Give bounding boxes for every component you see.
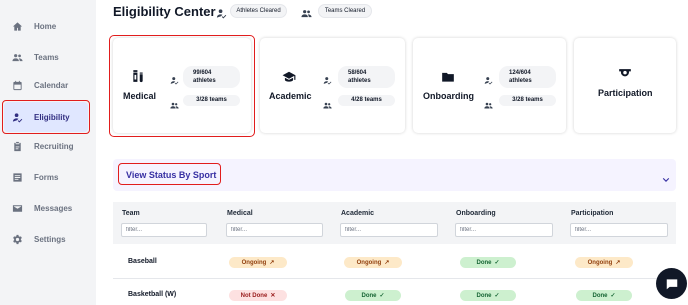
check-icon: ✓	[494, 293, 500, 299]
sidebar-item-settings[interactable]: Settings	[4, 224, 88, 254]
highlight-box	[2, 100, 90, 134]
users-icon	[323, 97, 333, 109]
check-icon: ✓	[494, 260, 500, 266]
trend-icon: ↗	[269, 260, 275, 266]
team-name: Baseball	[128, 258, 157, 265]
status-badge: Done ✓	[460, 257, 516, 268]
x-icon: ✕	[270, 293, 276, 299]
sidebar-item-label: Forms	[34, 172, 59, 182]
athletes-cleared-stat: 124/604 athletes	[499, 66, 556, 88]
user-check-icon	[484, 72, 494, 85]
status-badge: Ongoing ↗	[229, 257, 287, 268]
column-header-academic: Academic	[341, 210, 375, 217]
sidebar-item-recruiting[interactable]: Recruiting	[4, 131, 88, 161]
sidebar-item-messages[interactable]: Messages	[4, 193, 88, 223]
clipboard-icon	[11, 140, 23, 152]
sidebar-item-label: Teams	[34, 52, 59, 62]
athletes-count: 124/604	[509, 70, 531, 76]
column-header-medical: Medical	[227, 210, 253, 217]
user-check-icon	[323, 72, 333, 85]
status-badge: Done ✓	[576, 290, 632, 301]
status-badge: Ongoing ↗	[344, 257, 402, 268]
user-check-icon	[216, 6, 228, 19]
athletes-unit: athletes	[509, 78, 532, 84]
athletes-cleared-filter[interactable]: Athletes Cleared	[230, 4, 287, 18]
trend-icon: ↗	[615, 260, 621, 266]
gear-icon	[11, 233, 23, 245]
column-header-team: Team	[122, 210, 140, 217]
teams-cleared-stat: 3/28 teams	[499, 95, 556, 106]
teams-cleared-stat: 4/28 teams	[338, 95, 395, 106]
filter-academic-input[interactable]	[340, 223, 438, 237]
athletes-cleared-label: Athletes Cleared	[236, 8, 281, 14]
filter-medical-input[interactable]	[226, 223, 323, 237]
users-icon	[11, 51, 23, 63]
envelope-icon	[11, 202, 23, 214]
sidebar-item-calendar[interactable]: Calendar	[4, 70, 88, 100]
users-icon	[484, 97, 494, 109]
check-icon: ✓	[379, 293, 385, 299]
column-header-participation: Participation	[571, 210, 614, 217]
sidebar-item-forms[interactable]: Forms	[4, 162, 88, 192]
card-participation[interactable]: Participation	[574, 38, 676, 133]
status-badge: Ongoing ↗	[575, 257, 633, 268]
status-badge: Done ✓	[460, 290, 516, 301]
card-onboarding[interactable]: Onboarding 124/604 athletes 3/28 teams	[413, 38, 566, 133]
athletes-unit: athletes	[348, 78, 371, 84]
list-icon	[11, 171, 23, 183]
home-icon	[11, 20, 23, 32]
check-icon: ✓	[610, 293, 616, 299]
users-icon	[301, 6, 313, 18]
chat-button[interactable]	[656, 268, 687, 299]
teams-cleared-label: Teams Cleared	[324, 8, 366, 14]
sidebar-item-home[interactable]: Home	[4, 11, 88, 41]
card-label: Participation	[598, 88, 653, 98]
status-badge: Not Done ✕	[229, 290, 287, 301]
filter-onboarding-input[interactable]	[455, 223, 553, 237]
row-divider	[113, 278, 676, 279]
card-label: Academic	[269, 91, 312, 101]
folder-icon	[441, 70, 455, 84]
page-title: Eligibility Center	[113, 4, 216, 19]
teams-cleared-filter[interactable]: Teams Cleared	[318, 4, 372, 18]
whistle-icon	[618, 65, 632, 79]
highlight-box	[118, 163, 221, 185]
athletes-cleared-stat: 58/604 athletes	[338, 66, 395, 88]
status-badge: Done ✓	[345, 290, 401, 301]
trend-icon: ↗	[384, 260, 390, 266]
card-label: Onboarding	[423, 91, 474, 101]
chevron-down-icon[interactable]	[662, 171, 670, 182]
team-name: Basketball (W)	[128, 291, 177, 298]
calendar-icon	[11, 79, 23, 91]
graduation-cap-icon	[282, 70, 296, 84]
sidebar-item-label: Messages	[34, 203, 73, 213]
sidebar: Home Teams Calendar Eligibility Recruiti…	[0, 0, 96, 305]
highlight-box	[109, 35, 255, 137]
athletes-count: 58/604	[348, 70, 367, 76]
card-academic[interactable]: Academic 58/604 athletes 4/28 teams	[260, 38, 405, 133]
sidebar-item-label: Settings	[34, 234, 66, 244]
column-header-onboarding: Onboarding	[456, 210, 496, 217]
chat-icon	[665, 277, 679, 291]
sidebar-item-teams[interactable]: Teams	[4, 42, 88, 72]
filter-team-input[interactable]	[121, 223, 207, 237]
filter-participation-input[interactable]	[570, 223, 668, 237]
sidebar-item-label: Calendar	[34, 80, 69, 90]
sidebar-item-label: Recruiting	[34, 141, 74, 151]
sidebar-item-label: Home	[34, 21, 57, 31]
